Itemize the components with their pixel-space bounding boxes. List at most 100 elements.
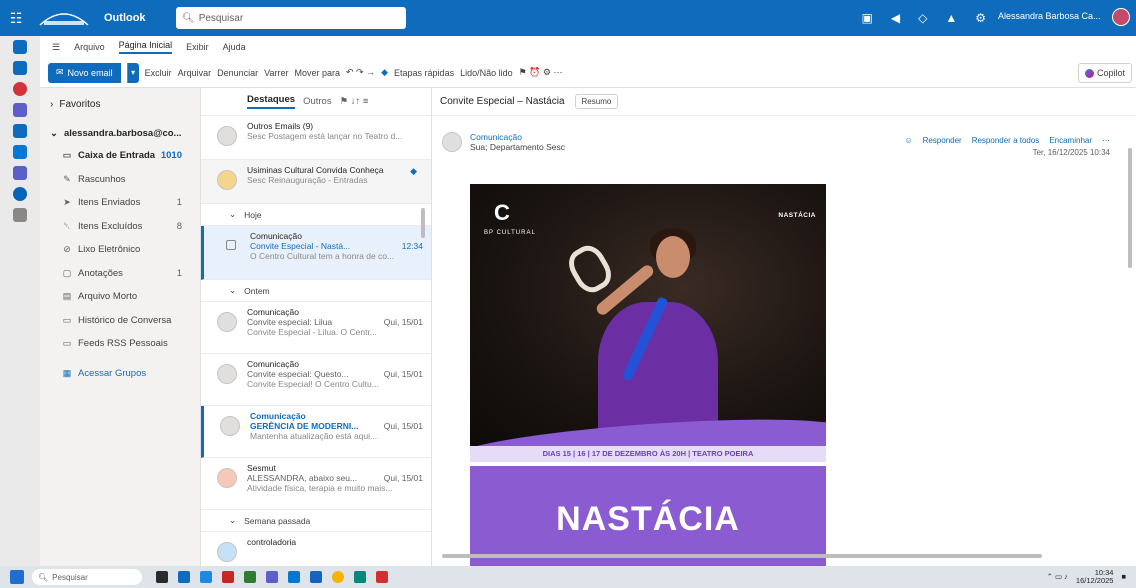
item-time: Qui, 15/01: [383, 317, 423, 327]
onedrive-icon[interactable]: [13, 187, 27, 201]
sender-avatar[interactable]: [442, 132, 462, 152]
teams-icon[interactable]: ▣: [862, 11, 873, 25]
avatar[interactable]: [1112, 8, 1130, 26]
sweep-button[interactable]: Varrer: [264, 68, 288, 78]
emoji-icon[interactable]: ☺: [904, 136, 912, 145]
pin-icon[interactable]: ◆: [381, 67, 388, 78]
hamburger-icon[interactable]: ☰: [52, 42, 60, 53]
app-taskbar-icon[interactable]: [222, 571, 234, 583]
onedrive-taskbar-icon[interactable]: [310, 571, 322, 583]
tab-other[interactable]: Outros: [303, 96, 332, 107]
new-mail-dropdown[interactable]: ▾: [126, 62, 139, 83]
more-options-icon[interactable]: ⚑ ⏰ ⚙ ⋯: [519, 67, 563, 78]
word-taskbar-icon[interactable]: [288, 571, 300, 583]
list-item[interactable]: Outros Emails (9) Sesc Postagem está lan…: [201, 116, 431, 160]
notification-icon[interactable]: ■: [1121, 573, 1126, 581]
explorer-taskbar-icon[interactable]: [200, 571, 212, 583]
summary-button[interactable]: Resumo: [574, 94, 619, 109]
report-button[interactable]: Denunciar: [217, 68, 258, 78]
account-label: alessandra.barbosa@co...: [63, 127, 182, 139]
tray-icons[interactable]: ⌃ ▭ ♪: [1047, 573, 1068, 581]
calendar-icon[interactable]: [13, 82, 27, 96]
megaphone-icon[interactable]: ◀: [891, 11, 900, 25]
move-to-button[interactable]: Mover para: [294, 68, 340, 78]
gear-icon[interactable]: ⚙: [975, 11, 986, 25]
taskbar-search-label: Pesquisar: [52, 572, 88, 582]
folder-notes[interactable]: ▢ Anotações 1: [50, 262, 200, 286]
reply-all-button[interactable]: Responder a todos: [972, 136, 1040, 145]
folder-inbox[interactable]: ▭ Caixa de Entrada 1010: [50, 144, 200, 168]
folder-junk[interactable]: ⊘ Lixo Eletrônico: [50, 238, 200, 262]
go-to-groups[interactable]: ▦ Acessar Grupos: [50, 362, 200, 386]
folder-deleted[interactable]: ␡ Itens Excluídos 8: [50, 215, 200, 239]
list-item-selected[interactable]: Comunicação Convite Especial - Nastá... 1…: [201, 226, 431, 280]
teams-app-icon[interactable]: [13, 145, 27, 159]
tab-arquivo[interactable]: Arquivo: [74, 42, 105, 52]
powerpoint-taskbar-icon[interactable]: [376, 571, 388, 583]
folder-conversation-history[interactable]: ▭ Histórico de Conversa: [50, 309, 200, 333]
copilot-label: Copilot: [1096, 68, 1125, 78]
folder-archive[interactable]: ▤ Arquivo Morto: [50, 285, 200, 309]
reply-button[interactable]: Responder: [923, 136, 962, 145]
list-item[interactable]: Comunicação Convite especial: Lilua Qui, …: [201, 302, 431, 354]
app-launcher-icon[interactable]: ☷: [0, 10, 32, 27]
list-item[interactable]: Sesmut ALESSANDRA, abaixo seu... Qui, 15/…: [201, 458, 431, 510]
list-scrollbar[interactable]: [421, 208, 425, 238]
sender-name[interactable]: Comunicação: [470, 132, 565, 142]
search-input[interactable]: 🔍︎ Pesquisar: [176, 7, 406, 29]
item-sender: Comunicação: [247, 359, 299, 369]
bell-icon[interactable]: ▲: [945, 11, 957, 25]
todo-icon[interactable]: [13, 124, 27, 138]
horizontal-scrollbar[interactable]: [442, 554, 1042, 558]
reply-icons[interactable]: ↶ ↷ →: [346, 67, 375, 78]
list-item[interactable]: Comunicação Convite especial: Questo... Q…: [201, 354, 431, 406]
task-view-icon[interactable]: [156, 571, 168, 583]
people-icon[interactable]: [13, 103, 27, 117]
quick-steps-button[interactable]: Etapas rápidas: [394, 68, 454, 78]
group-header-yesterday[interactable]: ⌄ Ontem: [201, 280, 431, 302]
excel-taskbar-icon[interactable]: [244, 571, 256, 583]
filter-icons[interactable]: ⚑ ↓↑ ≡: [340, 96, 369, 107]
more-icon[interactable]: ⋯: [1102, 136, 1110, 145]
item-checkbox[interactable]: [226, 240, 236, 250]
delete-button[interactable]: Excluir: [145, 68, 172, 78]
folder-rss[interactable]: ▭ Feeds RSS Pessoais: [50, 332, 200, 356]
copilot-button[interactable]: Copilot: [1077, 63, 1132, 83]
tab-ajuda[interactable]: Ajuda: [223, 42, 246, 52]
tab-pagina-inicial[interactable]: Página Inicial: [118, 40, 173, 54]
group-header-last-week[interactable]: ⌄ Semana passada: [201, 510, 431, 532]
search-icon: 🔍︎: [38, 572, 49, 582]
taskbar-apps: [156, 571, 388, 583]
taskbar-search[interactable]: 🔍︎ Pesquisar: [32, 569, 142, 585]
list-item-unread[interactable]: Comunicação GERÊNCIA DE MODERNI... Qui, 1…: [201, 406, 431, 458]
folder-drafts[interactable]: ✎ Rascunhos: [50, 168, 200, 192]
folder-sent[interactable]: ➤ Itens Enviados 1: [50, 191, 200, 215]
vertical-scrollbar[interactable]: [1128, 148, 1132, 268]
folder-count: 1: [176, 267, 182, 279]
archive-button[interactable]: Arquivar: [178, 68, 212, 78]
new-mail-button[interactable]: ✉ Novo email: [48, 62, 121, 83]
word-icon[interactable]: [13, 166, 27, 180]
mail-icon[interactable]: [13, 61, 27, 75]
tab-exibir[interactable]: Exibir: [186, 42, 209, 52]
group-header-today[interactable]: ⌄ Hoje: [201, 204, 431, 226]
forward-button[interactable]: Encaminhar: [1049, 136, 1092, 145]
item-time: Qui, 15/01: [383, 369, 423, 379]
outlook-taskbar-icon[interactable]: [178, 571, 190, 583]
home-icon[interactable]: [13, 40, 27, 54]
tab-focused[interactable]: Destaques: [247, 94, 296, 109]
account-header[interactable]: ⌄ alessandra.barbosa@co...: [50, 122, 200, 144]
list-item[interactable]: controladoria: [201, 532, 431, 566]
favorites-header[interactable]: › Favoritos: [50, 94, 200, 114]
chrome-taskbar-icon[interactable]: [332, 571, 344, 583]
teams-taskbar-icon[interactable]: [266, 571, 278, 583]
edge-taskbar-icon[interactable]: [354, 571, 366, 583]
apps-icon[interactable]: [13, 208, 27, 222]
windows-start-icon[interactable]: [10, 570, 24, 584]
clock-date[interactable]: 16/12/2025: [1076, 577, 1114, 585]
pin-icon[interactable]: ◆: [410, 166, 417, 177]
list-item-pinned[interactable]: Usiminas Cultural Convida Conheça Sesc R…: [201, 160, 431, 204]
read-unread-button[interactable]: Lido/Não lido: [460, 68, 513, 78]
user-name[interactable]: Alessandra Barbosa Ca...: [998, 11, 1108, 21]
lightbulb-icon[interactable]: ◇: [918, 11, 927, 25]
